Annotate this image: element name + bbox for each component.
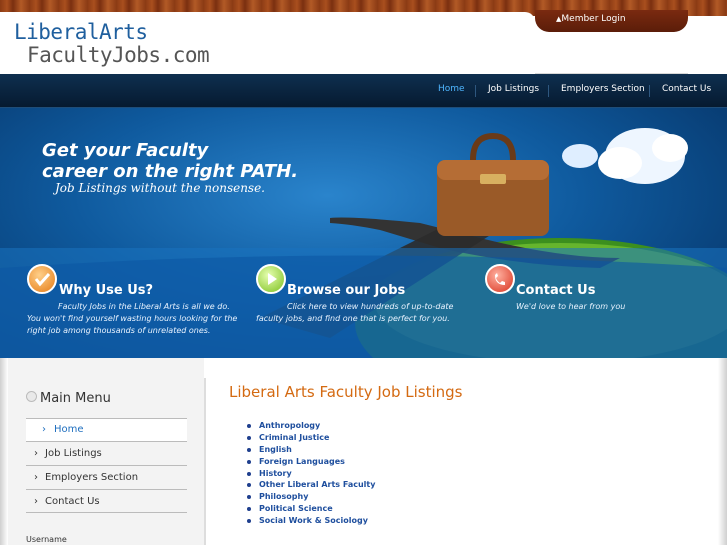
nav-employers-section[interactable]: Employers Section — [561, 84, 645, 94]
feature-contact-us-text: We'd love to hear from you — [516, 302, 626, 311]
feature-text-line: faculty jobs, and find one that is perfe… — [256, 314, 450, 323]
member-login-label: Member Login — [561, 14, 626, 24]
cloud-icon — [562, 144, 598, 168]
briefcase-icon — [437, 132, 549, 236]
feature-browse-jobs-text: Click here to view hundreds of up-to-dat… — [256, 301, 476, 325]
feature-browse-jobs-title[interactable]: Browse our Jobs — [287, 283, 405, 298]
list-item[interactable]: English — [246, 444, 375, 456]
feature-text-line: You won't find yourself wasting hours lo… — [27, 314, 238, 323]
header-right-panel — [688, 16, 727, 74]
sidebar-item-label: Contact Us — [45, 496, 100, 507]
hero-tagline: Job Listings without the nonsense. — [55, 181, 265, 195]
feature-text-line: Faculty Jobs in the Liberal Arts is all … — [58, 302, 230, 311]
phone-icon[interactable] — [485, 264, 515, 294]
nav-separator — [649, 85, 650, 97]
chevron-right-icon: › — [34, 448, 38, 459]
list-item[interactable]: Anthropology — [246, 420, 375, 432]
sidebar-item-employers-section[interactable]: › Employers Section — [26, 467, 187, 489]
feature-contact-us-title[interactable]: Contact Us — [516, 283, 595, 298]
sidebar-item-contact-us[interactable]: › Contact Us — [26, 491, 187, 513]
sidebar-item-label: Employers Section — [45, 472, 139, 483]
hero-headline-1: Get your Faculty — [42, 140, 209, 161]
list-item[interactable]: History — [246, 468, 375, 480]
sidebar-item-label: Home — [54, 424, 84, 435]
nav-job-listings[interactable]: Job Listings — [488, 84, 539, 94]
page-title: Liberal Arts Faculty Job Listings — [229, 383, 463, 401]
list-item[interactable]: Foreign Languages — [246, 456, 375, 468]
list-item[interactable]: Political Science — [246, 503, 375, 515]
right-shadow — [718, 358, 727, 545]
hero-headline-2: career on the right PATH. — [42, 161, 299, 182]
play-icon[interactable] — [256, 264, 286, 294]
main-menu-title: Main Menu — [40, 391, 111, 406]
member-login-link[interactable]: ▲Member Login — [556, 14, 626, 24]
menu-divider — [26, 441, 187, 442]
logo-line-1[interactable]: LiberalArts — [14, 20, 148, 44]
feature-text-line: right job among thousands of unrelated o… — [27, 326, 211, 335]
job-listings-list: Anthropology Criminal Justice English Fo… — [246, 420, 375, 527]
menu-divider — [26, 465, 187, 466]
sidebar-item-job-listings[interactable]: › Job Listings — [26, 443, 187, 465]
menu-divider — [26, 489, 187, 490]
logo-line-2[interactable]: FacultyJobs.com — [27, 43, 210, 67]
list-item[interactable]: Criminal Justice — [246, 432, 375, 444]
username-label: Username — [26, 535, 67, 544]
nav-home[interactable]: Home — [438, 84, 465, 94]
feature-why-use-us-title[interactable]: Why Use Us? — [59, 283, 153, 298]
main-nav: Home Job Listings Employers Section Cont… — [0, 74, 727, 108]
sidebar-divider — [204, 378, 206, 545]
top-bar: LiberalArts FacultyJobs.com ▲Member Logi… — [0, 0, 727, 74]
checkmark-icon[interactable] — [27, 264, 57, 294]
sidebar-item-home[interactable]: › Home — [26, 419, 187, 441]
left-shadow — [0, 358, 8, 545]
cloud-icon — [598, 128, 688, 184]
list-item[interactable]: Philosophy — [246, 491, 375, 503]
feature-why-use-us-text: Faculty Jobs in the Liberal Arts is all … — [27, 301, 247, 337]
chevron-right-icon: › — [34, 472, 38, 483]
menu-divider — [26, 512, 187, 513]
sidebar-item-label: Job Listings — [45, 448, 102, 459]
nav-contact-us[interactable]: Contact Us — [662, 84, 711, 94]
nav-separator — [475, 85, 476, 97]
list-item[interactable]: Other Liberal Arts Faculty — [246, 479, 375, 491]
main-menu-icon — [26, 391, 37, 402]
list-item[interactable]: Social Work & Sociology — [246, 515, 375, 527]
chevron-right-icon: › — [42, 424, 46, 435]
nav-separator — [548, 85, 549, 97]
chevron-right-icon: › — [34, 496, 38, 507]
feature-text-line: Click here to view hundreds of up-to-dat… — [287, 302, 454, 311]
